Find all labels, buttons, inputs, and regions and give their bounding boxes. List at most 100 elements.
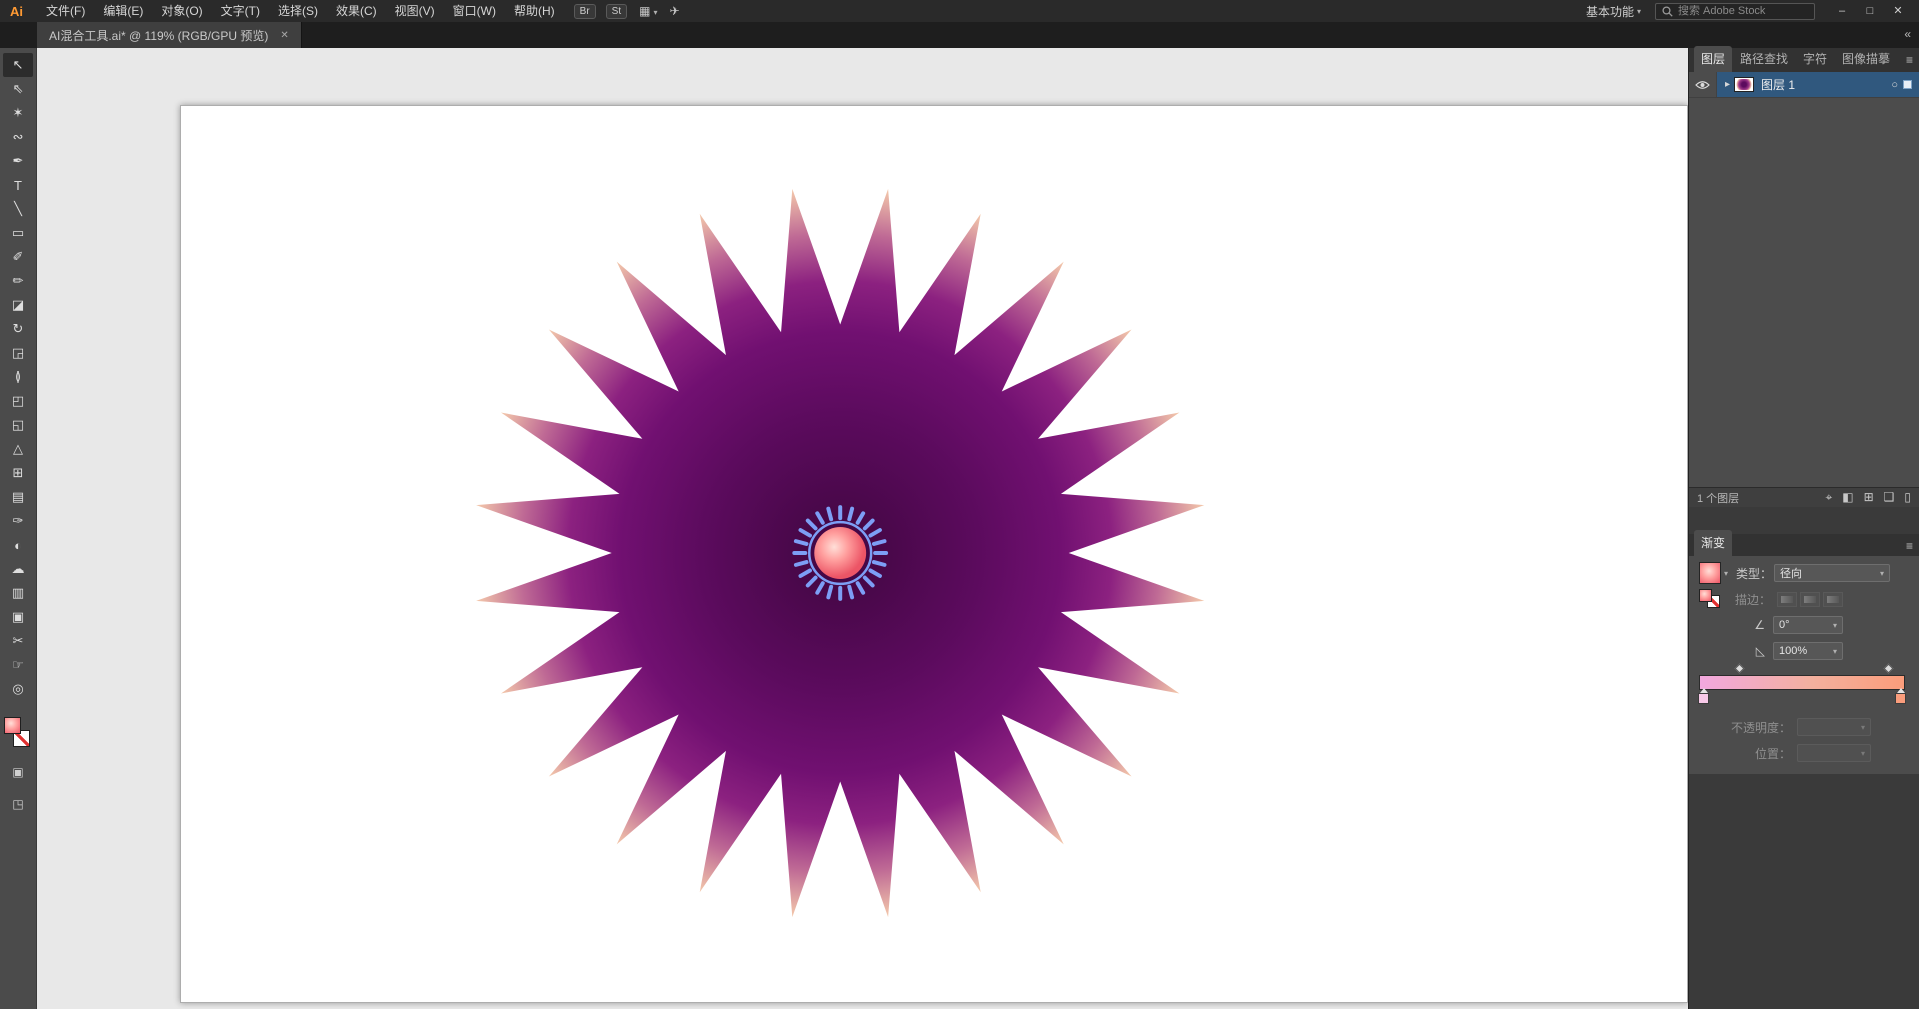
stroke-gradient-across-icon[interactable] [1823,591,1844,607]
tool-rotate[interactable]: ↻ [3,317,33,341]
tab-layers[interactable]: 图层 [1694,46,1733,72]
tool-lasso[interactable]: ∾ [3,125,33,149]
tool-perspective-grid[interactable]: △ [3,437,33,461]
tool-symbol-sprayer[interactable]: ☁ [3,557,33,581]
tool-artboard[interactable]: ▣ [3,605,33,629]
menu-help[interactable]: 帮助(H) [505,0,564,22]
visibility-cell[interactable] [1689,72,1717,97]
layers-panel: ▸ 图层 1 ○ [1689,72,1919,487]
tools-panel: ↖ ⇖ ✶ ∾ ✒ T ╲ ▭ ✐ ✏ ◪ ↻ ◲ ≬ ◰ ◱ △ ⊞ ▤ ✑ … [0,48,37,1009]
tool-direct-selection[interactable]: ⇖ [3,77,33,101]
gradient-panel-header: 渐变 ≡ [1689,530,1919,556]
draw-mode-icon[interactable]: ▣ [12,765,23,785]
tool-rectangle[interactable]: ▭ [3,221,33,245]
close-button[interactable]: ✕ [1885,1,1911,21]
gradient-type-select[interactable]: 径向 ▾ [1774,564,1891,582]
tool-mesh[interactable]: ⊞ [3,461,33,485]
layer-row-selected-area[interactable]: ▸ 图层 1 ○ [1717,72,1919,97]
gradient-fill-proxy[interactable] [1699,589,1712,602]
gradient-angle-select[interactable]: 0° ▾ [1773,616,1843,634]
menu-window[interactable]: 窗口(W) [444,0,505,22]
layer-row[interactable]: ▸ 图层 1 ○ [1689,72,1919,98]
tool-blend[interactable]: ◐ [3,533,33,557]
panel-menu-icon[interactable]: ≡ [1906,53,1913,67]
target-circle-icon[interactable]: ○ [1891,79,1898,91]
new-layer-icon[interactable]: ❑ [1884,490,1895,505]
tool-selection[interactable]: ↖ [3,53,33,77]
tool-eraser[interactable]: ◪ [3,293,33,317]
new-sublayer-icon[interactable]: ⊞ [1864,490,1874,505]
minimize-button[interactable]: – [1829,1,1855,21]
tool-hand[interactable]: ☞ [3,653,33,677]
gradient-panel: ▾ 类型： 径向 ▾ 描边： ∠ 0° ▾ ◺ 100% ▾ 不透明度： ▾ 位… [1689,556,1919,774]
tool-eyedropper[interactable]: ✑ [3,509,33,533]
menu-type[interactable]: 文字(T) [212,0,269,22]
menu-effect[interactable]: 效果(C) [327,0,386,22]
artboard[interactable] [180,105,1688,1003]
chevron-down-icon: ▾ [1832,646,1837,656]
stock-button[interactable]: St [605,3,628,19]
gradient-swatch[interactable] [1699,562,1721,584]
arrange-documents-icon[interactable]: ▦ ▾ [639,4,657,18]
tool-width[interactable]: ≬ [3,365,33,389]
gradient-aspect-select[interactable]: 100% ▾ [1773,642,1843,660]
document-tab[interactable]: AI混合工具.ai* @ 119% (RGB/GPU 预览) ✕ [37,22,302,48]
menu-view[interactable]: 视图(V) [386,0,444,22]
workspace-switcher[interactable]: 基本功能 ▾ [1586,3,1641,20]
tool-paintbrush[interactable]: ✐ [3,245,33,269]
tab-close-icon[interactable]: ✕ [280,30,288,41]
tab-image-trace[interactable]: 图像描摹 [1835,46,1897,72]
tab-pathfinder[interactable]: 路径查找 [1733,46,1795,72]
search-input[interactable] [1678,5,1798,17]
collapse-dock-icon[interactable]: « [1904,27,1911,41]
stroke-gradient-within-icon[interactable] [1777,591,1798,607]
blend-center-ball[interactable] [814,527,867,579]
tab-character[interactable]: 字符 [1796,46,1834,72]
fill-color-swatch[interactable] [4,717,21,734]
menu-object[interactable]: 对象(O) [152,0,211,22]
layer-name[interactable]: 图层 1 [1761,76,1891,93]
gradient-ramp[interactable] [1699,675,1905,690]
gradient-position-select: ▾ [1797,744,1871,762]
gradient-aspect-value: 100% [1779,645,1808,657]
tool-scale[interactable]: ◲ [3,341,33,365]
menu-edit[interactable]: 编辑(E) [94,0,152,22]
chevron-down-icon: ▾ [653,8,658,17]
tool-pencil[interactable]: ✏ [3,269,33,293]
chevron-down-icon: ▾ [1832,620,1837,630]
tool-gradient[interactable]: ▤ [3,485,33,509]
tool-zoom[interactable]: ◎ [3,677,33,701]
gradient-stop-left[interactable] [1698,688,1709,704]
share-icon[interactable]: ✈ [669,4,679,18]
pasteboard[interactable] [37,48,1688,1009]
tool-type[interactable]: T [3,173,33,197]
tool-magic-wand[interactable]: ✶ [3,101,33,125]
menu-file[interactable]: 文件(F) [37,0,94,22]
gradient-fill-stroke [1699,589,1723,609]
gradient-preset-chevron-icon[interactable]: ▾ [1724,569,1728,578]
tab-gradient[interactable]: 渐变 [1694,530,1733,556]
screen-mode-icon[interactable]: ◳ [12,797,23,817]
bridge-button[interactable]: Br [573,3,596,19]
restore-button[interactable]: □ [1857,1,1883,21]
gradient-midpoint-right[interactable] [1883,663,1893,674]
blend-artwork[interactable] [181,106,1687,1002]
gradient-stop-right[interactable] [1895,688,1906,704]
selection-color-chip[interactable] [1903,80,1912,89]
layer-thumbnail[interactable] [1734,77,1755,92]
menu-select[interactable]: 选择(S) [269,0,327,22]
tool-pen[interactable]: ✒ [3,149,33,173]
tool-shape-builder[interactable]: ◱ [3,413,33,437]
gradient-panel-menu-icon[interactable]: ≡ [1906,539,1913,553]
delete-layer-icon[interactable]: ▯ [1904,490,1911,505]
tool-column-graph[interactable]: ▥ [3,581,33,605]
clipping-mask-icon[interactable]: ◧ [1842,490,1853,505]
stock-search[interactable] [1655,2,1815,20]
gradient-midpoint-left[interactable] [1734,663,1745,674]
tool-free-transform[interactable]: ◰ [3,389,33,413]
locate-object-icon[interactable]: ⌖ [1825,490,1832,505]
tool-slice[interactable]: ✂ [3,629,33,653]
expand-layer-icon[interactable]: ▸ [1725,79,1730,90]
tool-line-segment[interactable]: ╲ [3,197,33,221]
stroke-gradient-along-icon[interactable] [1800,591,1821,607]
